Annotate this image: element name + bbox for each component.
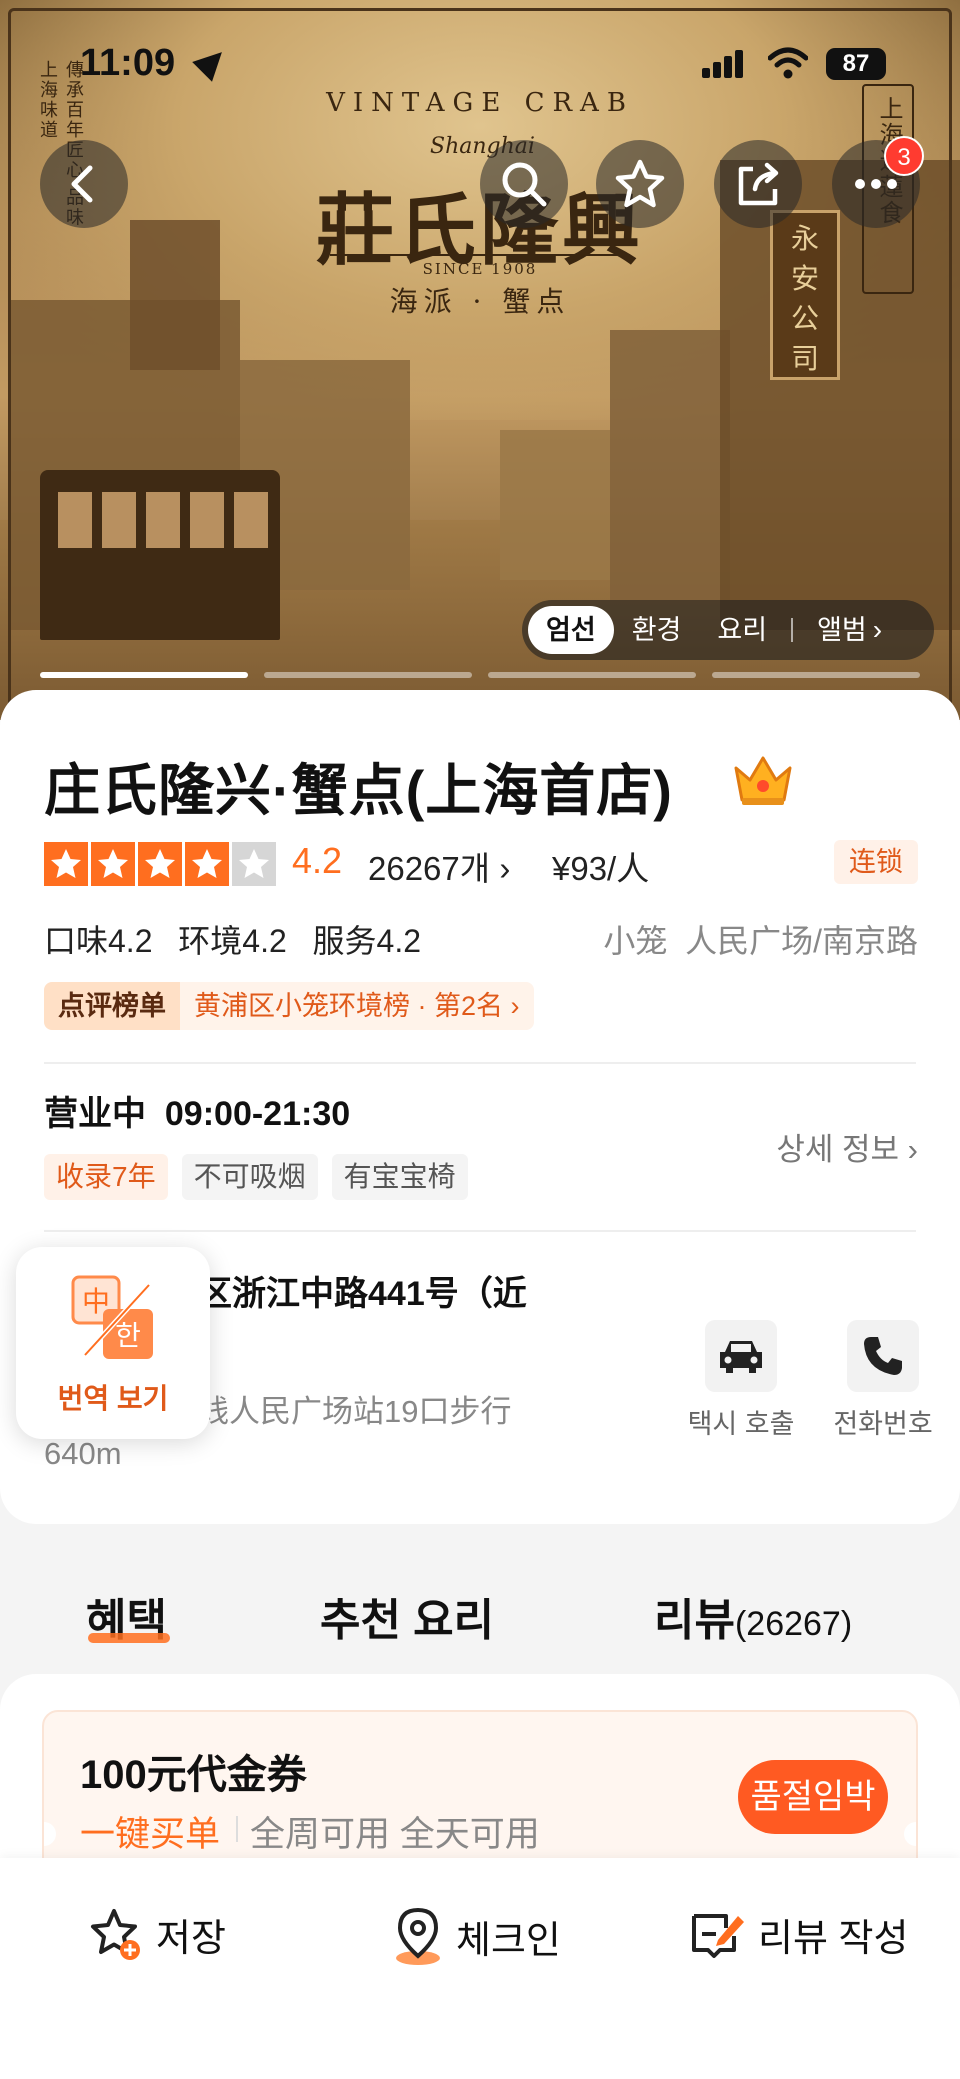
write-review-label: 리뷰 작성: [758, 1917, 909, 1960]
store-name: 庄氏隆兴·蟹点(上海首店): [44, 759, 673, 822]
divider: [44, 1062, 916, 1064]
sold-out-soon-button[interactable]: 품절임박: [738, 1760, 888, 1834]
business-hours: 营业中 09:00-21:30: [44, 1095, 351, 1133]
feature-chip: 有宝宝椅: [331, 1154, 468, 1200]
save-button[interactable]: 저장: [88, 1906, 226, 1962]
active-tab-indicator: [88, 1633, 170, 1643]
phone-call-label: 전화번호: [833, 1409, 933, 1439]
taxi-call-button[interactable]: 택시 호출: [676, 1320, 806, 1441]
star-filled-icon: [44, 842, 88, 886]
chevron-right-icon: ›: [510, 991, 520, 1021]
transit-info: 线人民广场站19口步行: [198, 1394, 512, 1429]
coupon-availability: 全周可用 全天可用: [250, 1815, 540, 1854]
ranking-tag: 点评榜单: [44, 982, 180, 1030]
detail-info-link[interactable]: 상세 정보 ›: [776, 1124, 918, 1169]
location-pin-icon: [396, 1907, 440, 1965]
chevron-right-icon: ›: [499, 850, 511, 887]
phone-icon: [864, 1337, 902, 1375]
car-icon-wrap: [705, 1320, 777, 1392]
tab-reviews-label: 리뷰: [654, 1596, 735, 1645]
taxi-call-label: 택시 호출: [687, 1409, 795, 1439]
feature-chips: 收录7年 不可吸烟 有宝宝椅: [44, 1154, 468, 1200]
bottom-action-bar: 저장 체크인 리뷰 작성: [0, 1858, 960, 2079]
save-label: 저장: [156, 1917, 226, 1960]
star-filled-icon: [185, 842, 229, 886]
translate-icon: 中 한: [71, 1275, 153, 1359]
feature-chip: 不可吸烟: [181, 1154, 318, 1200]
detail-info-label: 상세 정보: [776, 1132, 900, 1167]
tab-recommended-dishes[interactable]: 추천 요리: [320, 1584, 494, 1648]
review-count: 26267개: [368, 850, 491, 887]
content-tabs: 혜택 추천 요리 리뷰(26267): [0, 1570, 960, 1660]
price-per-person: ¥93/人: [552, 850, 650, 887]
phone-icon-wrap: [847, 1320, 919, 1392]
rating-score: 4.2: [292, 840, 343, 881]
checkin-button[interactable]: 체크인: [392, 1906, 561, 1966]
category-area[interactable]: 小笼 人民广场/南京路: [603, 916, 918, 962]
coupon-title: 100元代金券: [80, 1753, 307, 1797]
ranking-banner[interactable]: 点评榜单 黄浦区小笼环境榜 · 第2名 ›: [44, 982, 534, 1030]
star-empty-icon: [232, 842, 276, 886]
coupon-notch: [44, 1822, 56, 1846]
coupon-separator: [236, 1816, 238, 1842]
hero-image[interactable]: 永 安 公 司 傳承百年匠心 品味上海味道 上海道蓮食 VINTAGE CRAB…: [0, 0, 960, 720]
checkin-label: 체크인: [456, 1919, 561, 1962]
edit-review-icon: [692, 1914, 744, 1958]
coupon-card[interactable]: 100元代金券 一键买单 全周可用 全天可用 품절임박: [42, 1710, 918, 1880]
phone-call-button[interactable]: 전화번호: [818, 1320, 948, 1441]
star-filled-icon: [138, 842, 182, 886]
translate-label: 번역 보기: [57, 1383, 169, 1414]
tab-reviews[interactable]: 리뷰(26267): [654, 1584, 852, 1648]
sub-scores: 口味4.2 环境4.2 服务4.2: [44, 923, 422, 959]
svg-text:한: 한: [115, 1319, 141, 1352]
ranking-text: 黄浦区小笼环境榜 · 第2名: [194, 991, 504, 1021]
divider: [44, 1230, 916, 1232]
crown-icon: [734, 756, 792, 805]
review-count-link[interactable]: 26267개 ›: [368, 842, 510, 890]
walking-distance: 640m: [44, 1436, 122, 1471]
tab-reviews-count: (26267): [734, 1605, 853, 1643]
chevron-right-icon: ›: [907, 1132, 918, 1167]
coupon-notch: [904, 1822, 916, 1846]
star-add-icon: [91, 1909, 140, 1960]
feature-chip: 收录7年: [44, 1154, 168, 1200]
car-icon: [720, 1341, 762, 1373]
rating-stars: [44, 842, 276, 886]
write-review-button[interactable]: 리뷰 작성: [688, 1906, 908, 1962]
star-filled-icon: [91, 842, 135, 886]
chain-badge: 连锁: [834, 840, 918, 884]
hero-frame: [8, 8, 952, 712]
translate-button[interactable]: 中 한 번역 보기: [16, 1247, 210, 1439]
store-address[interactable]: 区浙江中路441号（近: [198, 1266, 527, 1315]
coupon-one-click: 一键买单: [80, 1815, 221, 1854]
ranking-text-wrap: 黄浦区小笼环境榜 · 第2名 ›: [180, 982, 534, 1030]
